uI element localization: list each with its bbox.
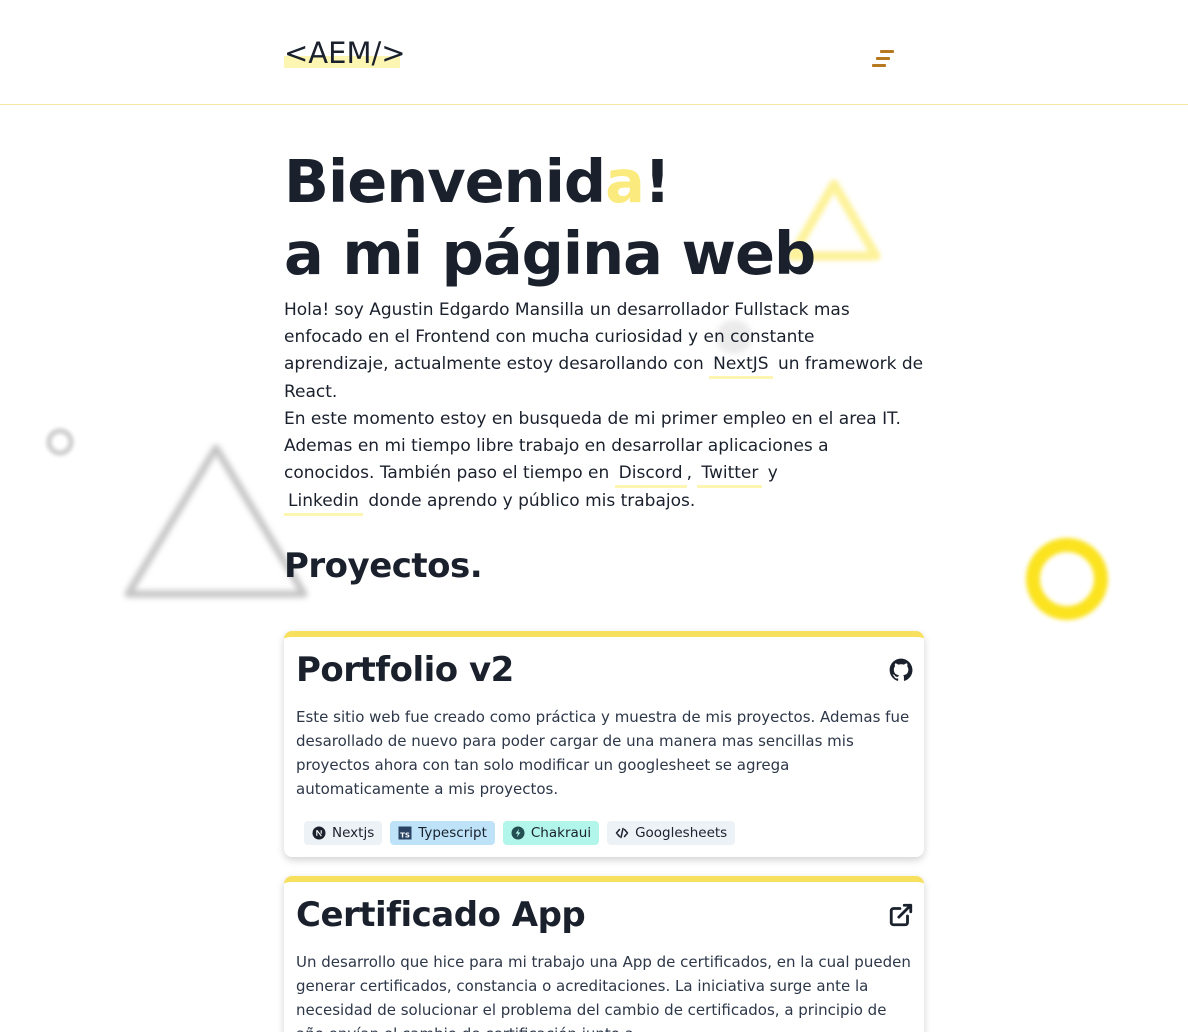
- hero-title: Bienvenida! a mi página web: [284, 146, 816, 290]
- tag-chakraui: Chakraui: [502, 821, 600, 845]
- tag-typescript: TS Typescript: [390, 821, 495, 845]
- code-icon: [615, 826, 629, 840]
- nextjs-link[interactable]: NextJS: [709, 352, 773, 379]
- chakra-icon: [511, 826, 525, 840]
- intro-paragraph-1: Hola! soy Agustin Edgardo Mansilla un de…: [284, 300, 924, 402]
- logo-text: <AEM/>: [284, 36, 406, 70]
- decorative-circle-yellow: [1026, 538, 1108, 620]
- menu-button[interactable]: [868, 48, 900, 74]
- project-card: Certificado App Un desarrollo que hice p…: [284, 876, 924, 1032]
- external-link-icon[interactable]: [888, 902, 914, 928]
- hero-title-part2: !: [643, 147, 671, 216]
- linkedin-link[interactable]: Linkedin: [284, 489, 363, 516]
- project-title: Portfolio v2: [296, 650, 514, 690]
- tag-list: Nextjs TS Typescript Chakraui Googleshee…: [304, 821, 912, 845]
- project-description: Un desarrollo que hice para mi trabajo u…: [296, 953, 911, 1032]
- intro-text: Hola! soy Agustin Edgardo Mansilla un de…: [284, 297, 924, 516]
- site-header: <AEM/>: [0, 0, 1188, 105]
- project-card: Portfolio v2 Este sitio web fue creado c…: [284, 631, 924, 857]
- intro-paragraph-2: En este momento estoy en busqueda de mi …: [284, 406, 924, 516]
- typescript-icon: TS: [398, 826, 412, 840]
- hero-title-line2: a mi página web: [284, 219, 816, 288]
- github-icon[interactable]: [888, 657, 914, 683]
- project-description: Este sitio web fue creado como práctica …: [296, 708, 910, 798]
- decorative-circle-gray: [46, 428, 74, 456]
- hero-title-accent: a: [605, 147, 645, 216]
- twitter-link[interactable]: Twitter: [697, 461, 763, 488]
- project-title: Certificado App: [296, 895, 586, 935]
- svg-text:TS: TS: [400, 832, 410, 840]
- tag-googlesheets: Googlesheets: [607, 821, 736, 845]
- discord-link[interactable]: Discord: [614, 461, 687, 488]
- hero-title-part1: Bienvenid: [284, 147, 606, 216]
- nextjs-icon: [312, 826, 326, 840]
- logo[interactable]: <AEM/>: [284, 36, 406, 70]
- projects-heading: Proyectos.: [284, 546, 483, 586]
- tag-nextjs: Nextjs: [304, 821, 383, 845]
